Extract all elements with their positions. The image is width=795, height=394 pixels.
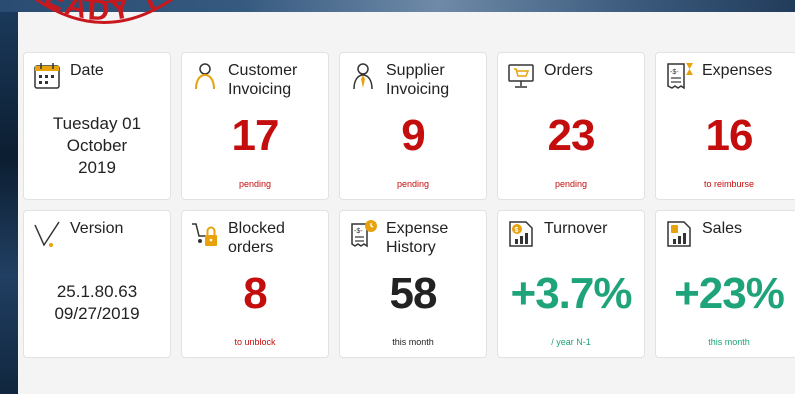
person-tie-icon xyxy=(353,63,373,90)
version-date: 09/27/2019 xyxy=(54,304,140,323)
svg-text:-$-: -$- xyxy=(354,228,363,235)
svg-text:READY TO: READY TO xyxy=(18,0,189,27)
customer-title-line-1: Customer xyxy=(228,62,298,79)
turnover-title: Turnover xyxy=(544,220,608,237)
person-icon xyxy=(195,63,215,90)
date-line-2: October xyxy=(66,136,128,155)
orders-title: Orders xyxy=(544,62,593,79)
sales-title: Sales xyxy=(702,220,743,237)
turnover-card[interactable]: $ Turnover +3.7% / year N-1 xyxy=(497,210,645,358)
blocked-orders-title: Blocked orders xyxy=(228,219,324,257)
blocked-title-line-1: Blocked xyxy=(228,220,285,237)
version-card: Version 25.1.80.63 09/27/2019 xyxy=(23,210,171,358)
monitor-cart-icon xyxy=(508,64,534,88)
expense-history-period: this month xyxy=(392,337,434,347)
blocked-title-line-2: orders xyxy=(228,239,274,256)
customer-invoicing-card[interactable]: Customer Invoicing 17 pending xyxy=(181,52,329,200)
sales-period: this month xyxy=(708,337,750,347)
supplier-invoicing-count: 9 xyxy=(401,111,425,160)
orders-card[interactable]: Orders 23 pending xyxy=(497,52,645,200)
sales-value: +23% xyxy=(674,269,785,318)
customer-invoicing-count: 17 xyxy=(231,111,280,160)
expenses-count: 16 xyxy=(705,111,754,160)
sales-card[interactable]: Sales +23% this month xyxy=(655,210,795,358)
customer-title-line-2: Invoicing xyxy=(228,81,292,98)
expense-history-count: 58 xyxy=(389,269,438,318)
version-value: 25.1.80.63 09/27/2019 xyxy=(24,281,170,325)
supplier-invoicing-status: pending xyxy=(396,179,430,189)
supplier-title-line-2: Invoicing xyxy=(386,81,450,98)
orders-count: 23 xyxy=(547,111,596,160)
chart-coin-icon: $ xyxy=(509,221,533,247)
turnover-value: +3.7% xyxy=(510,269,633,318)
cart-lock-icon xyxy=(192,223,217,246)
calendar-icon xyxy=(34,63,60,89)
blocked-orders-count: 8 xyxy=(243,269,267,318)
version-number: 25.1.80.63 xyxy=(56,282,138,301)
customer-invoicing-title: Customer Invoicing xyxy=(228,61,324,99)
history-title-line-2: History xyxy=(386,239,436,256)
orders-status: pending xyxy=(554,179,588,189)
receipt-hourglass-icon: -$- xyxy=(667,63,693,90)
ready-stamp: READY TO xyxy=(18,0,189,27)
expenses-status: to reimburse xyxy=(703,179,755,189)
turnover-period: / year N-1 xyxy=(551,337,591,347)
svg-text:-$-: -$- xyxy=(670,69,679,76)
svg-text:$: $ xyxy=(515,227,519,234)
version-title: Version xyxy=(70,220,124,237)
date-line-1: Tuesday 01 xyxy=(52,114,142,133)
date-line-3: 2019 xyxy=(78,158,116,177)
supplier-title-line-1: Supplier xyxy=(386,62,445,79)
expense-history-card[interactable]: -$- Expense History 58 this month xyxy=(339,210,487,358)
supplier-invoicing-card[interactable]: Supplier Invoicing 9 pending xyxy=(339,52,487,200)
blocked-orders-status: to unblock xyxy=(234,337,276,347)
dashboard-panel: Date Tuesday 01 October 2019 Customer In… xyxy=(18,12,795,394)
expenses-card[interactable]: -$- Expenses 16 to reimburse xyxy=(655,52,795,200)
history-title-line-1: Expense xyxy=(386,220,449,237)
date-value: Tuesday 01 October 2019 xyxy=(24,113,170,179)
document-chart-icon xyxy=(667,221,691,247)
date-title: Date xyxy=(70,62,104,79)
version-check-icon xyxy=(34,221,60,247)
expenses-title: Expenses xyxy=(702,62,773,79)
date-card: Date Tuesday 01 October 2019 xyxy=(23,52,171,200)
supplier-invoicing-title: Supplier Invoicing xyxy=(386,61,482,99)
customer-invoicing-status: pending xyxy=(238,179,272,189)
stamp-text: READY TO xyxy=(18,0,186,27)
expense-history-title: Expense History xyxy=(386,219,482,257)
blocked-orders-card[interactable]: Blocked orders 8 to unblock xyxy=(181,210,329,358)
receipt-clock-icon: -$- xyxy=(351,220,377,248)
